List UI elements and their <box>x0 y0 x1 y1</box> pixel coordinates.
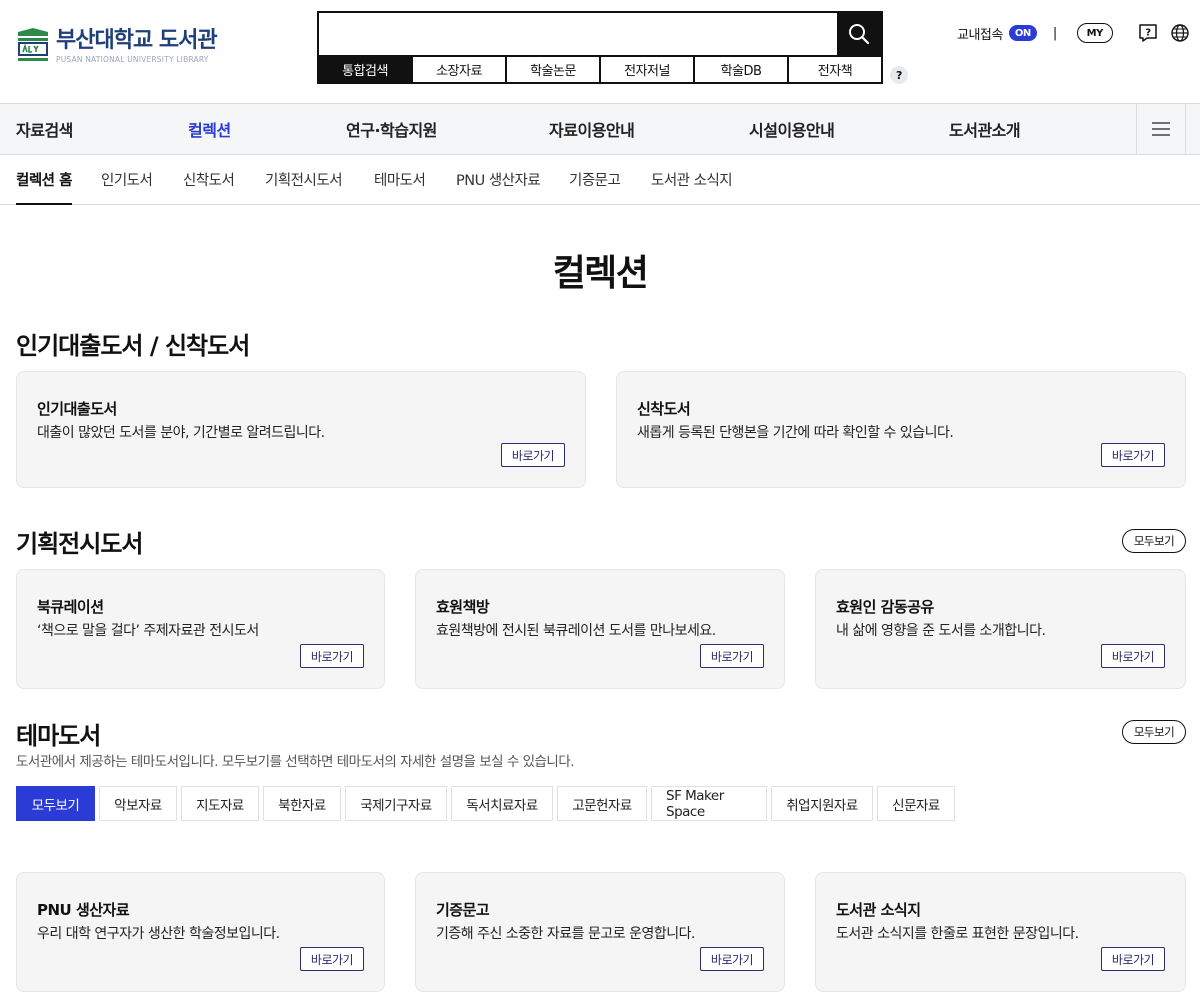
go-button[interactable]: 바로가기 <box>300 947 364 971</box>
go-button[interactable]: 바로가기 <box>700 644 764 668</box>
card-description: 우리 대학 연구자가 생산한 학술정보입니다. <box>37 926 280 942</box>
section-title-exhibition: 기획전시도서 <box>16 530 143 558</box>
gnb-item-facility-guide[interactable]: 시설이용안내 <box>749 104 835 154</box>
card-description: 효원책방에 전시된 북큐레이션 도서를 만나보세요. <box>436 623 716 639</box>
go-button[interactable]: 바로가기 <box>700 947 764 971</box>
card-description: 대출이 많았던 도서를 분야, 기간별로 알려드립니다. <box>37 425 325 441</box>
filter-bibliotherapy[interactable]: 독서치료자료 <box>451 786 553 821</box>
subnav-item-theme[interactable]: 테마도서 <box>374 155 426 204</box>
sub-navigation: 컬렉션 홈 인기도서 신착도서 기획전시도서 테마도서 PNU 생산자료 기증문… <box>0 155 1200 205</box>
hamburger-menu-button[interactable] <box>1136 104 1186 154</box>
section-description-theme: 도서관에서 제공하는 테마도서입니다. 모두보기를 선택하면 테마도서의 자세한… <box>16 754 575 770</box>
search-tab-integrated[interactable]: 통합검색 <box>319 57 411 82</box>
card-description: 도서관 소식지를 한줄로 표현한 문장입니다. <box>836 926 1079 942</box>
pnu-logo-icon <box>18 28 48 61</box>
search-tab-db[interactable]: 학술DB <box>695 57 787 82</box>
card-title: 인기대출도서 <box>37 400 117 418</box>
view-all-button-exhibition[interactable]: 모두보기 <box>1122 529 1186 553</box>
card-hyowon-bookshop: 효원책방 효원책방에 전시된 북큐레이션 도서를 만나보세요. 바로가기 <box>415 569 785 689</box>
gnb-item-usage-guide[interactable]: 자료이용안내 <box>549 104 635 154</box>
card-popular-books: 인기대출도서 대출이 많았던 도서를 분야, 기간별로 알려드립니다. 바로가기 <box>16 371 586 488</box>
section-title-popular-new: 인기대출도서 / 신착도서 <box>16 332 250 360</box>
card-description: 내 삶에 영향을 준 도서를 소개합니다. <box>836 623 1046 639</box>
subnav-item-newsletter[interactable]: 도서관 소식지 <box>651 155 733 204</box>
help-icon[interactable]: ? <box>890 66 908 84</box>
gnb-item-about[interactable]: 도서관소개 <box>949 104 1021 154</box>
card-title: 도서관 소식지 <box>836 901 921 919</box>
filter-international-org[interactable]: 국제기구자료 <box>345 786 447 821</box>
search-button[interactable] <box>837 13 881 55</box>
page-title: 컬렉션 <box>552 253 649 294</box>
search-tab-ejournal[interactable]: 전자저널 <box>601 57 693 82</box>
globe-icon[interactable] <box>1169 22 1191 44</box>
library-logo[interactable]: 부산대학교 도서관 PUSAN NATIONAL UNIVERSITY LIBR… <box>16 28 218 64</box>
search-tab-holdings[interactable]: 소장자료 <box>413 57 505 82</box>
search-input[interactable] <box>319 13 839 55</box>
my-button[interactable]: MY <box>1076 23 1113 43</box>
view-all-button-theme[interactable]: 모두보기 <box>1122 720 1186 744</box>
search-icon <box>849 24 870 45</box>
card-title: 북큐레이션 <box>37 598 104 616</box>
subnav-item-donation[interactable]: 기증문고 <box>569 155 621 204</box>
search-tab-ebook[interactable]: 전자책 <box>789 57 881 82</box>
gnb-item-research-support[interactable]: 연구·학습지원 <box>346 104 437 154</box>
gnb-item-search[interactable]: 자료검색 <box>16 104 73 154</box>
main-navigation: 자료검색 컬렉션 연구·학습지원 자료이용안내 시설이용안내 도서관소개 <box>0 103 1200 155</box>
theme-filter-bar: 모두보기 악보자료 지도자료 북한자료 국제기구자료 독서치료자료 고문헌자료 … <box>16 786 959 821</box>
campus-access-toggle[interactable]: ON <box>1008 25 1037 41</box>
chat-help-icon[interactable]: ? <box>1137 22 1159 44</box>
filter-music-scores[interactable]: 악보자료 <box>99 786 177 821</box>
go-button[interactable]: 바로가기 <box>300 644 364 668</box>
card-description: 기증해 주신 소중한 자료를 문고로 운영합니다. <box>436 926 695 942</box>
campus-access-label: 교내접속 <box>957 27 1003 43</box>
filter-sf-maker-space[interactable]: SF Maker Space <box>651 786 767 821</box>
go-button[interactable]: 바로가기 <box>501 443 565 467</box>
card-title: 신착도서 <box>637 400 691 418</box>
logo-title: 부산대학교 도서관 <box>56 28 218 53</box>
utility-separator: | <box>1052 25 1057 41</box>
go-button[interactable]: 바로가기 <box>1101 443 1165 467</box>
card-new-books: 신착도서 새롭게 등록된 단행본을 기간에 따라 확인할 수 있습니다. 바로가… <box>616 371 1186 488</box>
go-button[interactable]: 바로가기 <box>1101 947 1165 971</box>
filter-newspapers[interactable]: 신문자료 <box>877 786 955 821</box>
card-donation-collection: 기증문고 기증해 주신 소중한 자료를 문고로 운영합니다. 바로가기 <box>415 872 785 992</box>
utility-bar: 교내접속 ON | MY ? <box>957 22 1191 44</box>
subnav-item-exhibition[interactable]: 기획전시도서 <box>265 155 343 204</box>
filter-all[interactable]: 모두보기 <box>16 786 95 821</box>
search-tabs: 통합검색 소장자료 학술논문 전자저널 학술DB 전자책 <box>319 55 881 82</box>
card-library-newsletter: 도서관 소식지 도서관 소식지를 한줄로 표현한 문장입니다. 바로가기 <box>815 872 1186 992</box>
card-title: 효원책방 <box>436 598 490 616</box>
hamburger-menu-icon <box>1152 122 1170 136</box>
subnav-item-home[interactable]: 컬렉션 홈 <box>16 155 72 205</box>
subnav-item-popular[interactable]: 인기도서 <box>101 155 153 204</box>
card-description: ‘책으로 말을 걸다’ 주제자료관 전시도서 <box>37 623 259 639</box>
logo-subtitle: PUSAN NATIONAL UNIVERSITY LIBRARY <box>56 55 209 64</box>
search-box: 통합검색 소장자료 학술논문 전자저널 학술DB 전자책 <box>317 11 883 84</box>
gnb-item-collection[interactable]: 컬렉션 <box>188 104 231 154</box>
filter-maps[interactable]: 지도자료 <box>181 786 259 821</box>
filter-employment[interactable]: 취업지원자료 <box>771 786 873 821</box>
subnav-item-new[interactable]: 신착도서 <box>183 155 235 204</box>
card-book-curation: 북큐레이션 ‘책으로 말을 걸다’ 주제자료관 전시도서 바로가기 <box>16 569 385 689</box>
subnav-item-pnu[interactable]: PNU 생산자료 <box>456 155 541 204</box>
card-description: 새롭게 등록된 단행본을 기간에 따라 확인할 수 있습니다. <box>637 425 954 441</box>
search-tab-papers[interactable]: 학술논문 <box>507 57 599 82</box>
card-hyowon-sharing: 효원인 감동공유 내 삶에 영향을 준 도서를 소개합니다. 바로가기 <box>815 569 1186 689</box>
card-title: PNU 생산자료 <box>37 901 130 919</box>
filter-north-korea[interactable]: 북한자료 <box>263 786 341 821</box>
svg-text:?: ? <box>1145 28 1151 39</box>
card-pnu-publications: PNU 생산자료 우리 대학 연구자가 생산한 학술정보입니다. 바로가기 <box>16 872 385 992</box>
section-title-theme: 테마도서 <box>16 722 101 750</box>
card-title: 효원인 감동공유 <box>836 598 934 616</box>
card-title: 기증문고 <box>436 901 490 919</box>
filter-old-documents[interactable]: 고문헌자료 <box>557 786 647 821</box>
go-button[interactable]: 바로가기 <box>1101 644 1165 668</box>
